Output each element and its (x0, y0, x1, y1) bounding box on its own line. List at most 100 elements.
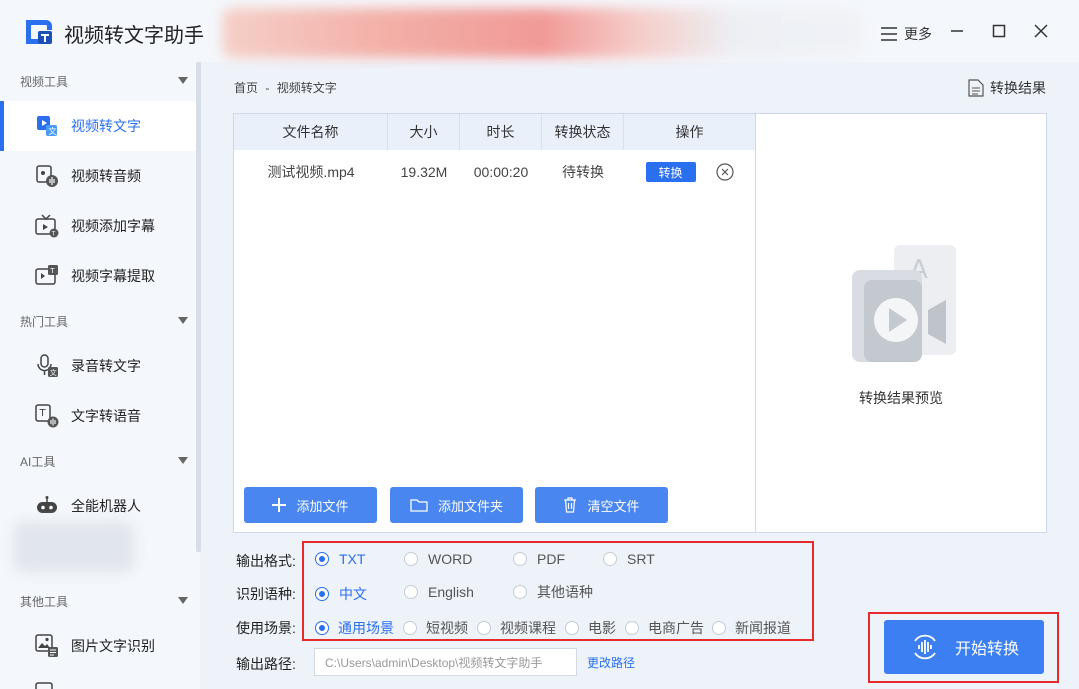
sidebar-scrollbar[interactable] (196, 62, 201, 552)
sidebar-item-label: 图片文字识别 (71, 638, 155, 654)
conversion-results-label: 转换结果 (990, 80, 1046, 96)
group-ai-tools[interactable]: AI工具 (0, 442, 196, 480)
column-header-duration: 时长 (460, 114, 542, 150)
radio-label: 短视频 (426, 620, 468, 636)
language-radio-english[interactable]: English (404, 584, 474, 600)
scene-label: 使用场景: (236, 620, 296, 636)
mic-text-icon: 文 (34, 353, 60, 379)
sidebar-item-text-to-speech[interactable]: T 文字转语音 (0, 391, 196, 441)
breadcrumb-current: 视频转文字 (276, 81, 337, 95)
radio-dot (404, 585, 418, 599)
svg-text:T: T (49, 267, 55, 275)
preview-placeholder-icon: A (852, 245, 956, 362)
more-menu-button[interactable]: 更多 (880, 24, 932, 44)
result-preview-panel: A 转换结果预览 (755, 113, 1047, 533)
language-label: 识别语种: (236, 586, 296, 602)
format-radio-word[interactable]: WORD (404, 551, 472, 567)
radio-label: 电商广告 (648, 620, 704, 636)
scene-radio-movie[interactable]: 电影 (565, 618, 616, 638)
group-hot-tools[interactable]: 热门工具 (0, 302, 196, 340)
app-logo-icon (26, 20, 52, 44)
group-video-tools[interactable]: 视频工具 (0, 62, 196, 100)
title-bar: 视频转文字助手 更多 (0, 0, 1079, 62)
partial-icon (34, 667, 60, 689)
file-name-cell: 测试视频.mp4 (267, 164, 355, 180)
radio-label: English (428, 584, 474, 600)
column-header-status: 转换状态 (542, 114, 624, 150)
group-label: 热门工具 (20, 314, 69, 329)
svg-text:文: 文 (49, 126, 57, 136)
preview-label: 转换结果预览 (859, 390, 943, 406)
radio-dot (477, 621, 491, 635)
chevron-down-icon (178, 77, 188, 84)
start-conversion-button[interactable]: 开始转换 (884, 620, 1044, 674)
clear-files-button[interactable]: 清空文件 (535, 487, 668, 523)
chevron-down-icon (178, 317, 188, 324)
radio-dot (513, 552, 527, 566)
radio-dot (513, 585, 527, 599)
chevron-down-icon (178, 457, 188, 464)
sidebar-item-extract-subtitle[interactable]: T 视频字幕提取 (0, 251, 196, 301)
add-folder-button[interactable]: 添加文件夹 (390, 487, 523, 523)
folder-icon (410, 499, 428, 512)
change-path-link[interactable]: 更改路径 (587, 654, 635, 671)
trash-icon (564, 497, 577, 513)
output-path-label: 输出路径: (236, 656, 296, 672)
scene-radio-course[interactable]: 视频课程 (477, 618, 556, 638)
sidebar-item-image-ocr[interactable]: 图片文字识别 (0, 621, 196, 671)
more-label: 更多 (904, 26, 932, 42)
table-header: 文件名称 大小 时长 转换状态 操作 (234, 114, 755, 150)
language-radio-other[interactable]: 其他语种 (513, 582, 593, 602)
radio-dot (565, 621, 579, 635)
video-to-audio-icon (34, 163, 60, 189)
output-path-input[interactable]: C:\Users\admin\Desktop\视频转文字助手 (314, 648, 577, 676)
close-button[interactable] (1030, 20, 1052, 42)
format-radio-txt[interactable]: TXT (315, 551, 365, 567)
group-label: 视频工具 (20, 74, 69, 89)
format-radio-pdf[interactable]: PDF (513, 551, 565, 567)
video-to-text-icon: 文 (34, 113, 60, 139)
radio-dot (315, 587, 329, 601)
convert-file-button[interactable]: 转换 (645, 162, 696, 182)
svg-text:T: T (51, 231, 56, 238)
clear-files-label: 清空文件 (587, 498, 640, 514)
maximize-icon (992, 24, 1006, 38)
sidebar-item-video-to-audio[interactable]: 视频转音频 (0, 151, 196, 201)
radio-label: 视频课程 (500, 620, 556, 636)
maximize-button[interactable] (988, 20, 1010, 42)
minimize-button[interactable] (946, 20, 968, 42)
scene-radio-general[interactable]: 通用场景 (315, 618, 394, 638)
radio-dot (404, 552, 418, 566)
add-folder-label: 添加文件夹 (437, 498, 503, 514)
sidebar-item-partial[interactable] (0, 671, 196, 689)
scene-radio-short-video[interactable]: 短视频 (403, 618, 468, 638)
chevron-down-icon (178, 597, 188, 604)
sidebar-item-audio-to-text[interactable]: 文 录音转文字 (0, 341, 196, 391)
sidebar-item-label: 视频转文字 (71, 118, 141, 134)
scene-radio-ecommerce[interactable]: 电商广告 (625, 618, 704, 638)
group-label: AI工具 (20, 454, 56, 469)
scene-radio-news[interactable]: 新闻报道 (712, 618, 791, 638)
sidebar-item-label: 视频转音频 (71, 168, 141, 184)
add-file-label: 添加文件 (296, 498, 349, 514)
format-radio-srt[interactable]: SRT (603, 551, 655, 567)
sidebar-item-video-to-text[interactable]: 文 视频转文字 (0, 101, 196, 151)
radio-label: 中文 (339, 586, 367, 602)
radio-dot (403, 621, 417, 635)
sidebar-item-add-subtitle[interactable]: T 视频添加字幕 (0, 201, 196, 251)
delete-file-icon[interactable] (715, 163, 734, 181)
radio-label: PDF (537, 551, 565, 567)
file-list-panel: 文件名称 大小 时长 转换状态 操作 测试视频.mp4 19.32M 00:00… (233, 113, 756, 533)
radio-label: SRT (627, 551, 655, 567)
radio-dot (315, 552, 329, 566)
file-size-cell: 19.32M (400, 164, 448, 180)
group-other-tools[interactable]: 其他工具 (0, 582, 196, 620)
breadcrumb-home[interactable]: 首页 (234, 81, 258, 95)
language-radio-chinese[interactable]: 中文 (315, 584, 367, 604)
conversion-results-link[interactable]: 转换结果 (968, 78, 1046, 98)
robot-icon (34, 493, 60, 519)
column-header-action: 操作 (675, 124, 704, 140)
radio-dot (315, 621, 329, 635)
add-file-button[interactable]: 添加文件 (244, 487, 377, 523)
table-row[interactable]: 测试视频.mp4 19.32M 00:00:20 待转换 转换 (234, 154, 755, 190)
